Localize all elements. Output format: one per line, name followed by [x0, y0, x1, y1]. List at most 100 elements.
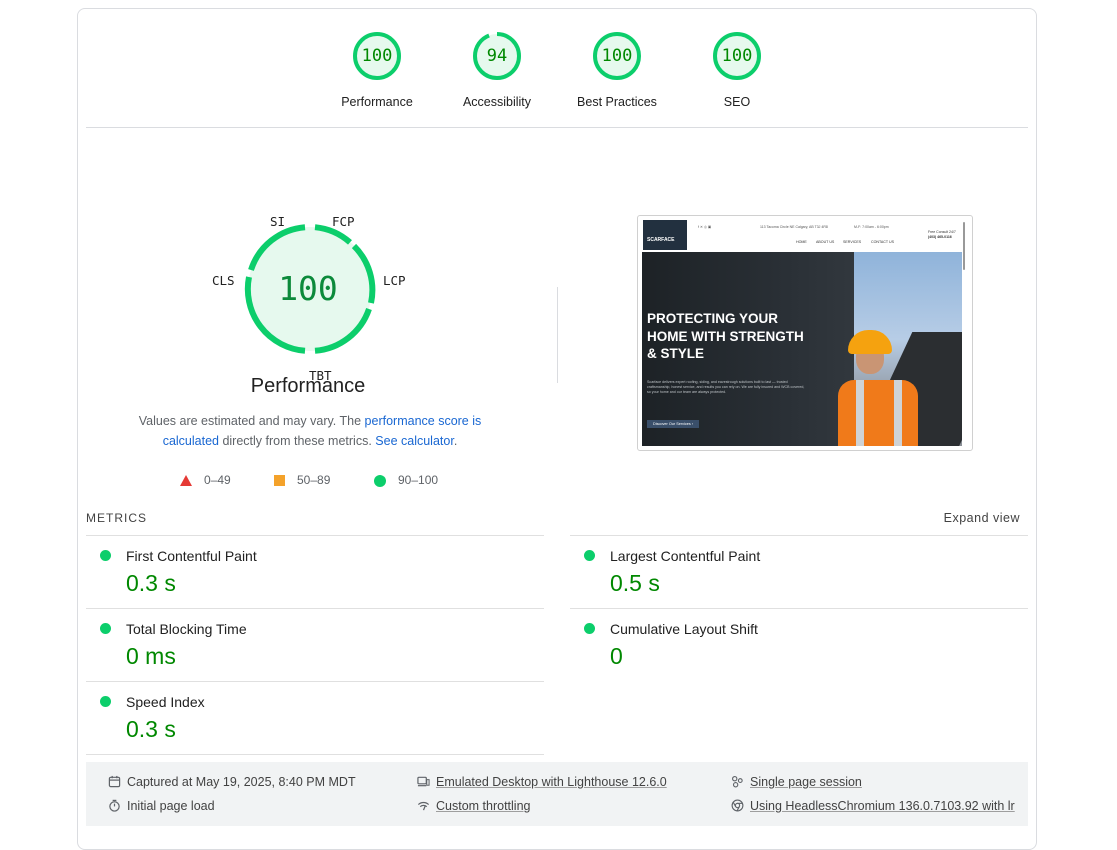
- vertical-separator: [557, 287, 558, 383]
- metric-lcp: Largest Contentful Paint 0.5 s: [570, 535, 1028, 608]
- final-screenshot[interactable]: SCARFACE f ✕ ◎ ▣ 113 Tacoma Circle NE Ca…: [637, 215, 973, 451]
- gauge-label: Accessibility: [462, 95, 532, 109]
- legend-item-fail: 0–49: [180, 472, 231, 488]
- stopwatch-icon: [109, 799, 120, 812]
- runtime-settings: Captured at May 19, 2025, 8:40 PM MDT In…: [86, 762, 1028, 826]
- desktop-icon: [417, 776, 430, 787]
- metric-name: Total Blocking Time: [126, 621, 247, 637]
- metric-name: Cumulative Layout Shift: [610, 621, 758, 637]
- gauge-label: Performance: [341, 95, 413, 109]
- metric-value: 0: [610, 643, 623, 669]
- square-icon: [274, 475, 285, 487]
- captured-text: Captured at May 19, 2025, 8:40 PM MDT: [127, 775, 356, 789]
- circle-icon: [374, 474, 386, 487]
- header-divider: [86, 127, 1028, 128]
- performance-note: Values are estimated and may vary. The p…: [118, 411, 502, 451]
- captured-at: Captured at May 19, 2025, 8:40 PM MDT: [108, 773, 356, 791]
- site-nav-services: SERVICES: [843, 240, 862, 244]
- performance-score: 100: [278, 269, 338, 308]
- metrics-title: METRICS: [86, 511, 147, 525]
- metric-name: Largest Contentful Paint: [610, 548, 761, 564]
- gauge-score: 100: [361, 46, 393, 66]
- site-header: SCARFACE f ✕ ◎ ▣ 113 Tacoma Circle NE Ca…: [642, 220, 966, 252]
- pass-circle-icon: [100, 623, 111, 634]
- triangle-icon: [180, 475, 192, 487]
- gauge-score: 100: [721, 46, 753, 66]
- legend-range: 50–89: [297, 473, 331, 487]
- throttling[interactable]: Custom throttling: [417, 797, 530, 815]
- score-legend: 0–49 50–89 90–100: [178, 472, 478, 492]
- metrics-header: METRICS Expand view: [86, 511, 1028, 529]
- legend-item-average: 50–89: [274, 472, 330, 488]
- throttling-link[interactable]: Custom throttling: [436, 799, 530, 813]
- emulated-link[interactable]: Emulated Desktop with Lighthouse 12.6.0: [436, 775, 667, 789]
- metric-name: First Contentful Paint: [126, 548, 257, 564]
- category-gauges: 100 Performance 94 Accessibility 100 Bes…: [78, 31, 1036, 131]
- screenshot-scrollbar: [963, 222, 965, 270]
- performance-section: 100 SI FCP LCP TBT CLS Performance Value…: [78, 139, 1036, 509]
- gauge-seo[interactable]: 100 SEO: [677, 31, 797, 109]
- gauge-accessibility[interactable]: 94 Accessibility: [437, 31, 557, 109]
- gauge-label-cls: CLS: [212, 273, 235, 288]
- gauge-score: 100: [601, 46, 633, 66]
- pass-circle-icon: [584, 623, 595, 634]
- legend-range: 0–49: [204, 473, 231, 487]
- gauge-label-si: SI: [270, 214, 286, 229]
- gauge-best-practices[interactable]: 100 Best Practices: [557, 31, 677, 109]
- chrome-icon: [731, 799, 744, 812]
- initial-page-load: Initial page load: [108, 797, 215, 815]
- gauge-label-lcp: LCP: [383, 273, 406, 288]
- lighthouse-report: 100 Performance 94 Accessibility 100 Bes…: [77, 8, 1037, 850]
- gauge-label-fcp: FCP: [332, 214, 355, 229]
- note-text: Values are estimated and may vary. The: [138, 414, 365, 428]
- site-nav-about: ABOUT US: [816, 240, 835, 244]
- vest-stripe: [856, 380, 864, 446]
- note-text: directly from these metrics.: [218, 434, 376, 448]
- hero-button-label: Discover Our Services: [653, 422, 691, 426]
- screenshot-page: SCARFACE f ✕ ◎ ▣ 113 Tacoma Circle NE Ca…: [642, 220, 966, 446]
- hero-worker-vest: [838, 380, 918, 446]
- metric-value: 0.3 s: [126, 570, 176, 596]
- gauge-performance[interactable]: 100 Performance: [317, 31, 437, 109]
- pass-circle-icon: [100, 550, 111, 561]
- gauge-label: SEO: [723, 95, 751, 109]
- metric-value: 0 ms: [126, 643, 176, 669]
- wifi-throttle-icon: [417, 802, 430, 811]
- legend-range: 90–100: [398, 473, 439, 487]
- metrics-bottom-border: [86, 754, 544, 755]
- metric-cls: Cumulative Layout Shift 0: [570, 608, 1028, 681]
- see-calculator-link[interactable]: See calculator: [375, 434, 454, 448]
- social-icons: f ✕ ◎ ▣: [698, 225, 712, 229]
- metric-value: 0.3 s: [126, 716, 176, 742]
- initial-text: Initial page load: [127, 799, 215, 813]
- vest-stripe: [894, 380, 902, 446]
- hero-headline: PROTECTING YOUR HOME WITH STRENGTH & STY…: [647, 311, 804, 361]
- metric-name: Speed Index: [126, 694, 205, 710]
- hero-button: Discover Our Services ›: [647, 420, 700, 428]
- site-nav-home: HOME: [796, 240, 807, 244]
- note-text: .: [453, 434, 458, 448]
- pass-circle-icon: [584, 550, 595, 561]
- site-nav-contact: CONTACT US: [871, 240, 895, 244]
- pass-circle-icon: [100, 696, 111, 707]
- browser-link[interactable]: Using HeadlessChromium 136.0.7103.92 wit…: [750, 799, 1015, 813]
- calendar-icon: [108, 775, 121, 788]
- site-logo: SCARFACE: [643, 220, 687, 250]
- performance-title: Performance: [250, 375, 366, 397]
- session-link[interactable]: Single page session: [750, 775, 862, 789]
- browser-info[interactable]: Using HeadlessChromium 136.0.7103.92 wit…: [731, 797, 1015, 815]
- expand-view-toggle[interactable]: Expand view: [944, 511, 1020, 525]
- legend-item-pass: 90–100: [374, 472, 438, 488]
- metric-si: Speed Index 0.3 s: [86, 681, 544, 754]
- session-icon: [732, 776, 743, 788]
- site-phone: Free Consult 24/7 (403) 465-0116: [928, 230, 956, 240]
- site-hero: PROTECTING YOUR HOME WITH STRENGTH & STY…: [642, 252, 962, 446]
- site-hours: M-F: 7:00am - 6:00pm: [854, 225, 889, 229]
- metric-value: 0.5 s: [610, 570, 660, 596]
- emulated-device[interactable]: Emulated Desktop with Lighthouse 12.6.0: [417, 773, 667, 791]
- phone-number: (403) 465-0116: [928, 235, 952, 239]
- hero-copy: Scarface delivers expert roofing, siding…: [647, 380, 805, 394]
- page-session[interactable]: Single page session: [731, 773, 862, 791]
- gauge-score: 94: [486, 46, 508, 66]
- metric-fcp: First Contentful Paint 0.3 s: [86, 535, 544, 608]
